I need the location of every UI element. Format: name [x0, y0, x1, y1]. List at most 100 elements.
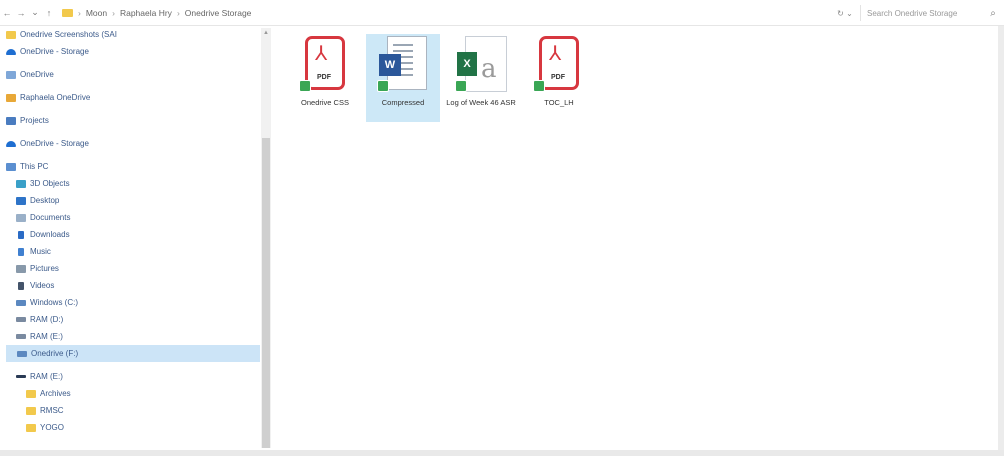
people-icon — [6, 93, 16, 102]
letter-glyph: a — [481, 54, 497, 84]
sidebar-item-label: This PC — [20, 162, 49, 171]
sidebar-item-onedrive-screenshots[interactable]: Onedrive Screenshots (SAI — [6, 26, 260, 43]
sidebar-item-label: OneDrive - Storage — [20, 139, 89, 148]
sidebar-item-label: RAM (E:) — [30, 372, 63, 381]
recent-dropdown-icon[interactable]: ⌄ — [28, 5, 42, 21]
sidebar-item-onedrive[interactable]: OneDrive — [6, 66, 260, 83]
scroll-thumb[interactable] — [262, 138, 270, 448]
sync-status-icon — [533, 80, 545, 92]
3d-objects-icon — [16, 179, 26, 188]
breadcrumb-item[interactable]: Moon — [83, 8, 110, 18]
sidebar-item-pictures[interactable]: Pictures — [6, 260, 260, 277]
sidebar-item-raphaela-onedrive[interactable]: Raphaela OneDrive — [6, 89, 260, 106]
sync-status-icon — [455, 80, 467, 92]
network-drive-icon — [16, 317, 26, 322]
up-arrow-icon[interactable]: ↑ — [42, 5, 56, 21]
music-icon — [18, 247, 24, 256]
sidebar-item-this-pc[interactable]: This PC — [6, 158, 260, 175]
sidebar-item-label: Onedrive (F:) — [31, 349, 79, 358]
documents-icon — [16, 213, 26, 222]
sidebar-item-onedrive-storage-2[interactable]: OneDrive - Storage — [6, 135, 260, 152]
sidebar-item-label: Windows (C:) — [30, 298, 79, 307]
search-area: ↻ ⌄ Search Onedrive Storage ⌕ — [830, 0, 1004, 26]
breadcrumb-item[interactable]: Onedrive Storage — [182, 8, 255, 18]
acrobat-logo-icon: ⅄ — [315, 43, 328, 65]
breadcrumb[interactable]: › Moon › Raphaela Hry › Onedrive Storage — [62, 8, 254, 18]
sidebar-item-windows-c[interactable]: Windows (C:) — [6, 294, 260, 311]
videos-icon — [18, 281, 24, 290]
sidebar-item-label: Documents — [30, 213, 71, 222]
sidebar-item-label: Onedrive Screenshots (SAI — [20, 30, 117, 39]
drive-icon — [16, 299, 26, 306]
sidebar-item-ram-e[interactable]: RAM (E:) — [6, 328, 260, 345]
sidebar-item-label: Archives — [40, 389, 71, 398]
search-icon[interactable]: ⌕ — [982, 8, 1004, 19]
sidebar-item-label: OneDrive - Storage — [20, 47, 89, 56]
sidebar-item-label: YOGO — [40, 423, 65, 432]
file-name: Onedrive CSS — [301, 98, 349, 107]
sidebar-item-label: Music — [30, 247, 51, 256]
network-drive-icon — [16, 334, 26, 339]
scroll-up-icon[interactable]: ▲ — [261, 28, 271, 38]
onedrive-icon — [6, 70, 16, 79]
sidebar-item-label: Raphaela OneDrive — [20, 93, 91, 102]
sidebar-item-rmsc[interactable]: RMSC — [6, 402, 260, 419]
forward-arrow-icon[interactable]: → — [14, 5, 28, 21]
chevron-right-icon: › — [176, 7, 180, 18]
sidebar-item-videos[interactable]: Videos — [6, 277, 260, 294]
sidebar-item-documents[interactable]: Documents — [6, 209, 260, 226]
file-item-pdf[interactable]: ⅄ PDF Onedrive CSS — [288, 34, 362, 122]
address-bar: ← → ⌄ ↑ › Moon › Raphaela Hry › Onedrive… — [0, 0, 1004, 26]
cloud-icon — [6, 48, 16, 55]
sidebar-item-onedrive-storage[interactable]: OneDrive - Storage — [6, 43, 260, 60]
search-input[interactable]: Search Onedrive Storage — [860, 5, 982, 21]
folder-icon — [26, 406, 36, 415]
file-item-pdf-2[interactable]: ⅄ PDF TOC_LH — [522, 34, 596, 122]
sync-status-icon — [299, 80, 311, 92]
text-line — [393, 44, 413, 46]
sidebar-item-label: Pictures — [30, 264, 59, 273]
file-name: Log of Week 46 ASR — [446, 98, 516, 107]
downloads-icon — [18, 230, 24, 239]
pictures-icon — [16, 264, 26, 273]
sidebar-item-archives[interactable]: Archives — [6, 385, 260, 402]
file-item-word[interactable]: W Compressed — [366, 34, 440, 122]
word-logo-icon: W — [379, 54, 401, 76]
folder-icon — [26, 423, 36, 432]
sidebar-item-ram-e-2[interactable]: RAM (E:) — [6, 368, 260, 385]
sidebar-item-label: Projects — [20, 116, 49, 125]
sidebar-item-music[interactable]: Music — [6, 243, 260, 260]
folder-icon — [6, 30, 16, 39]
chevron-right-icon: › — [112, 7, 115, 18]
projects-icon — [6, 116, 16, 125]
sidebar-item-ram-d[interactable]: RAM (D:) — [6, 311, 260, 328]
file-name: TOC_LH — [544, 98, 574, 107]
sync-status-icon — [377, 80, 389, 92]
file-item-excel[interactable]: a X Log of Week 46 ASR — [444, 34, 518, 122]
window-frame-bottom — [0, 450, 1004, 456]
sidebar-item-label: Videos — [30, 281, 55, 290]
file-list: ⅄ PDF Onedrive CSS W Compressed a X Log — [272, 26, 1004, 456]
drive-icon — [16, 375, 26, 378]
cloud-icon — [6, 140, 16, 147]
pdf-page-shape: ⅄ PDF — [539, 36, 579, 90]
chevron-right-icon: › — [78, 7, 81, 18]
pdf-file-icon: ⅄ PDF — [299, 36, 351, 96]
excel-logo-icon: X — [457, 52, 477, 76]
folder-icon — [26, 389, 36, 398]
sidebar-item-3d-objects[interactable]: 3D Objects — [6, 175, 260, 192]
acrobat-logo-icon: ⅄ — [549, 43, 562, 65]
sidebar-item-label: OneDrive — [20, 70, 54, 79]
sidebar-item-desktop[interactable]: Desktop — [6, 192, 260, 209]
refresh-icon[interactable]: ↻ ⌄ — [830, 9, 860, 18]
sidebar-item-onedrive-f[interactable]: Onedrive (F:) — [6, 345, 260, 362]
pdf-badge: PDF — [550, 74, 566, 81]
pdf-page-shape: ⅄ PDF — [305, 36, 345, 90]
sidebar-item-projects[interactable]: Projects — [6, 112, 260, 129]
back-arrow-icon[interactable]: ← — [0, 5, 14, 21]
sidebar-item-label: RAM (E:) — [30, 332, 63, 341]
sidebar-scrollbar[interactable]: ▲ — [261, 28, 271, 448]
sidebar-item-downloads[interactable]: Downloads — [6, 226, 260, 243]
sidebar-item-yogo[interactable]: YOGO — [6, 419, 260, 436]
breadcrumb-item[interactable]: Raphaela Hry — [117, 8, 175, 18]
